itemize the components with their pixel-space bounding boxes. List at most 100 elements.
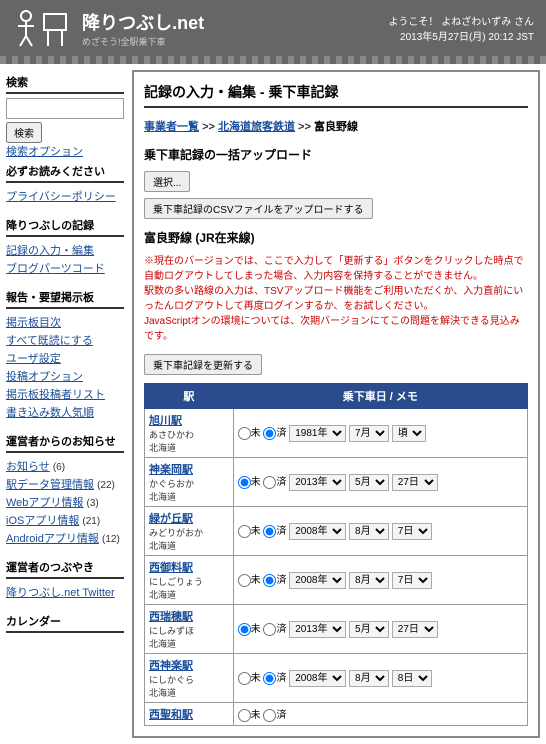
year-select[interactable]: 2008年 [289,670,346,687]
sidebar-link[interactable]: プライバシーポリシー [6,191,116,203]
tweets-heading: 運営者のつぶやき [6,555,124,579]
calendar-heading: カレンダー [6,609,124,633]
search-button[interactable]: 検索 [6,122,42,143]
mustread-list: プライバシーポリシー [6,187,124,205]
records-table: 駅 乗下車日 / メモ 旭川駅あさひかわ北海道未 済 1981年 7月 頃神楽岡… [144,383,528,726]
sidebar-link[interactable]: 掲示板目次 [6,317,61,329]
year-select[interactable]: 2013年 [289,621,346,638]
table-row: 旭川駅あさひかわ北海道未 済 1981年 7月 頃 [145,409,528,458]
day-select[interactable]: 27日 [392,621,438,638]
year-select[interactable]: 2008年 [289,572,346,589]
admin-heading: 運営者からのお知らせ [6,429,124,453]
status-radio-mi[interactable] [238,574,251,587]
table-row: 西瑞穂駅にしみずほ北海道未 済 2013年 5月 27日 [145,605,528,654]
search-heading: 検索 [6,70,124,94]
tagline: めざそう!全駅乗下車 [82,35,204,48]
datetime-text: 2013年5月27日(月) 20:12 JST [388,28,534,43]
station-link[interactable]: 旭川駅 [149,415,182,427]
day-select[interactable]: 7日 [392,523,432,540]
date-cell: 未 済 2008年 8月 8日 [233,654,527,703]
date-cell: 未 済 [233,703,527,726]
sidebar-link[interactable]: 降りつぶし.net Twitter [6,587,115,599]
station-link[interactable]: 西瑞穂駅 [149,611,193,623]
header: 降りつぶし.net めざそう!全駅乗下車 ようこそ！ よねざわいずみ さん 20… [0,0,546,56]
file-choose-button[interactable]: 選択... [144,171,190,192]
station-link[interactable]: 西聖和駅 [149,709,193,721]
station-link[interactable]: 緑が丘駅 [149,513,193,525]
site-logo-icon [12,8,72,48]
station-cell: 西御料駅にしごりょう北海道 [145,556,234,605]
sidebar-link[interactable]: 投稿オプション [6,371,83,383]
station-cell: 西聖和駅 [145,703,234,726]
table-row: 西御料駅にしごりょう北海道未 済 2008年 8月 7日 [145,556,528,605]
status-radio-mi[interactable] [238,476,251,489]
sidebar-link[interactable]: Androidアプリ情報 [6,533,99,545]
status-radio-mi[interactable] [238,623,251,636]
records-heading: 降りつぶしの記録 [6,213,124,237]
month-select[interactable]: 7月 [349,425,389,442]
update-records-button[interactable]: 乗下車記録を更新する [144,354,262,375]
sidebar-link[interactable]: 駅データ管理情報 [6,479,94,491]
status-radio-sumi[interactable] [263,427,276,440]
upload-submit-button[interactable]: 乗下車記録のCSVファイルをアップロードする [144,198,373,219]
day-select[interactable]: 27日 [392,474,438,491]
welcome-text: ようこそ！ よねざわいずみ さん [388,13,534,28]
station-link[interactable]: 西神楽駅 [149,660,193,672]
month-select[interactable]: 8月 [349,523,389,540]
date-cell: 未 済 2013年 5月 27日 [233,605,527,654]
year-select[interactable]: 2013年 [289,474,346,491]
month-select[interactable]: 8月 [349,572,389,589]
sidebar-link[interactable]: ブログパーツコード [6,263,105,275]
status-radio-sumi[interactable] [263,623,276,636]
page-title: 記録の入力・編集 - 乗下車記録 [144,82,528,108]
status-radio-sumi[interactable] [263,525,276,538]
day-select[interactable]: 7日 [392,572,432,589]
sidebar-link[interactable]: Webアプリ情報 [6,497,83,509]
station-cell: 西神楽駅にしかぐら北海道 [145,654,234,703]
station-link[interactable]: 神楽岡駅 [149,464,193,476]
sidebar-link[interactable]: 書き込み数人気順 [6,407,94,419]
crumb-company[interactable]: 北海道旅客鉄道 [218,121,295,133]
sidebar-link[interactable]: 掲示板投稿者リスト [6,389,105,401]
status-radio-mi[interactable] [238,709,251,722]
day-select[interactable]: 8日 [392,670,432,687]
table-row: 西聖和駅 未 済 [145,703,528,726]
station-link[interactable]: 西御料駅 [149,562,193,574]
month-select[interactable]: 5月 [349,474,389,491]
tweets-list: 降りつぶし.net Twitter [6,583,124,601]
table-row: 緑が丘駅みどりがおか北海道未 済 2008年 8月 7日 [145,507,528,556]
crumb-operators[interactable]: 事業者一覧 [144,121,199,133]
admin-list: お知らせ (6)駅データ管理情報 (22)Webアプリ情報 (3)iOSアプリ情… [6,457,124,547]
divider [0,56,546,64]
status-radio-sumi[interactable] [263,672,276,685]
search-input[interactable] [6,98,124,119]
search-options-link[interactable]: 検索オプション [6,146,83,158]
status-radio-mi[interactable] [238,427,251,440]
status-radio-mi[interactable] [238,525,251,538]
sidebar-link[interactable]: ユーザ設定 [6,353,61,365]
date-cell: 未 済 1981年 7月 頃 [233,409,527,458]
status-radio-sumi[interactable] [263,709,276,722]
upload-heading: 乗下車記録の一括アップロード [144,146,528,163]
year-select[interactable]: 1981年 [289,425,346,442]
status-radio-sumi[interactable] [263,574,276,587]
sidebar-link[interactable]: iOSアプリ情報 [6,515,79,527]
year-select[interactable]: 2008年 [289,523,346,540]
sidebar-link[interactable]: お知らせ [6,461,50,473]
th-date: 乗下車日 / メモ [233,384,527,409]
sidebar-link[interactable]: すべて既読にする [6,335,93,347]
status-radio-mi[interactable] [238,672,251,685]
sidebar-link[interactable]: 記録の入力・編集 [6,245,94,257]
month-select[interactable]: 8月 [349,670,389,687]
station-cell: 緑が丘駅みどりがおか北海道 [145,507,234,556]
status-radio-sumi[interactable] [263,476,276,489]
sidebar: 検索 検索 検索オプション 必ずお読みください プライバシーポリシー 降りつぶし… [6,70,124,738]
month-select[interactable]: 5月 [349,621,389,638]
mustread-heading: 必ずお読みください [6,159,124,183]
site-title: 降りつぶし.net [82,9,204,35]
table-row: 西神楽駅にしかぐら北海道未 済 2008年 8月 8日 [145,654,528,703]
day-select[interactable]: 頃 [392,425,426,442]
line-heading: 富良野線 (JR在来線) [144,229,528,246]
date-cell: 未 済 2013年 5月 27日 [233,458,527,507]
th-station: 駅 [145,384,234,409]
